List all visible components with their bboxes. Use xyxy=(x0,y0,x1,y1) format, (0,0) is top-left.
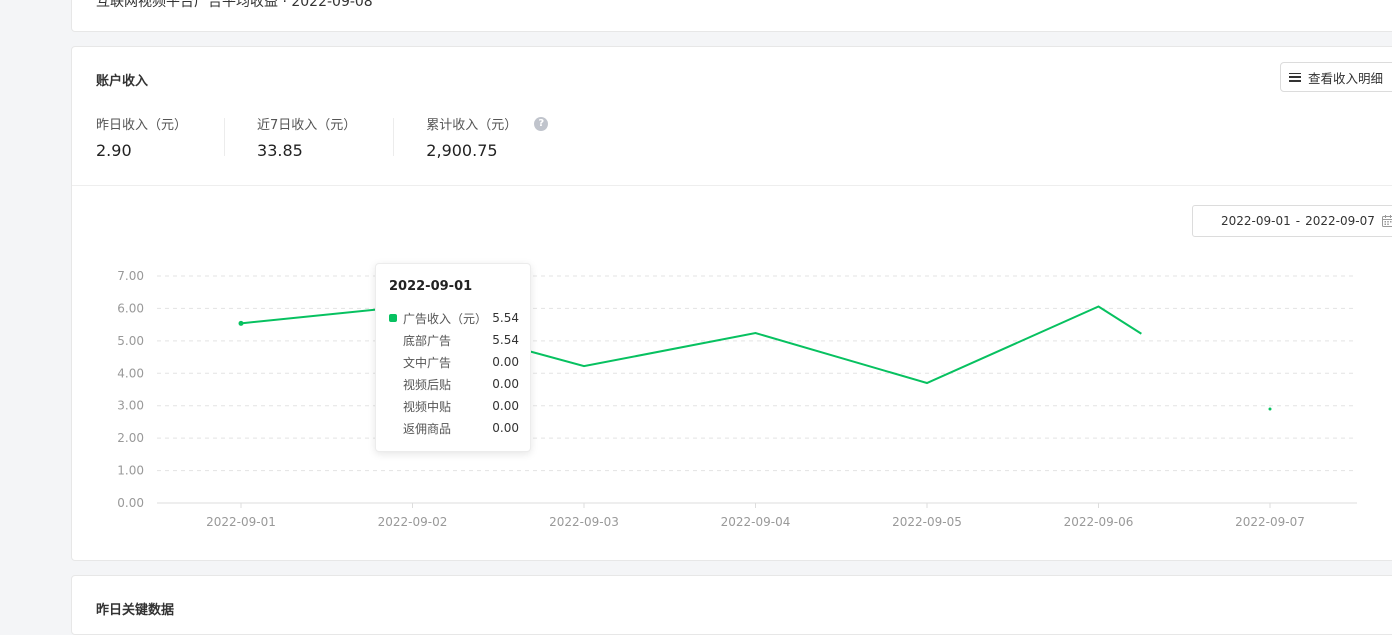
tooltip-row-value: 5.54 xyxy=(492,311,519,325)
tooltip-row-value: 5.54 xyxy=(492,333,519,347)
x-tick-label: 2022-09-04 xyxy=(721,515,791,529)
y-tick-label: 5.00 xyxy=(117,334,144,348)
data-point xyxy=(1268,407,1272,411)
tooltip-row-label: 视频后贴 xyxy=(403,377,452,392)
tooltip-row-value: 0.00 xyxy=(492,421,519,435)
x-tick-label: 2022-09-07 xyxy=(1235,515,1305,529)
tooltip-row: 底部广告 5.54 xyxy=(389,332,519,348)
tooltip-row-label: 文中广告 xyxy=(403,355,452,370)
tooltip-row: 视频中贴 0.00 xyxy=(389,398,519,414)
top-summary-card: 互联网视频平台广告平均收益 · 2022-09-08 xyxy=(71,0,1392,32)
section-title-key-data: 昨日关键数据 xyxy=(96,603,175,618)
x-tick-label: 2022-09-03 xyxy=(549,515,619,529)
y-tick-label: 0.00 xyxy=(117,496,144,510)
series-marker xyxy=(389,314,397,322)
x-tick-label: 2022-09-02 xyxy=(378,515,448,529)
tooltip-row-label: 返佣商品 xyxy=(403,421,452,436)
tooltip-row-label: 广告收入（元） xyxy=(403,311,488,326)
tooltip-row-value: 0.00 xyxy=(492,377,519,391)
tooltip-row: 返佣商品 0.00 xyxy=(389,420,519,436)
tooltip-row-label: 底部广告 xyxy=(403,333,452,348)
y-tick-label: 1.00 xyxy=(117,464,144,478)
top-card-text: 互联网视频平台广告平均收益 · 2022-09-08 xyxy=(96,0,373,10)
y-tick-label: 6.00 xyxy=(117,301,144,315)
tooltip-row: 广告收入（元） 5.54 xyxy=(389,310,519,326)
y-tick-label: 2.00 xyxy=(117,431,144,445)
tooltip-row: 文中广告 0.00 xyxy=(389,354,519,370)
income-line-chart: 7.00 6.00 5.00 4.00 3.00 2.00 1.00 0.00 2022-09-… xyxy=(117,269,1357,529)
chart-tooltip: 2022-09-01 广告收入（元） 5.54 底部广告 5.54 文中广告 0… xyxy=(375,263,531,452)
x-tick-label: 2022-09-06 xyxy=(1064,515,1134,529)
x-tick-label: 2022-09-01 xyxy=(206,515,276,529)
tooltip-row-label: 视频中贴 xyxy=(403,399,452,414)
y-tick-label: 4.00 xyxy=(117,366,144,380)
y-tick-label: 7.00 xyxy=(117,269,144,283)
tooltip-row-value: 0.00 xyxy=(492,355,519,369)
y-tick-label: 3.00 xyxy=(117,399,144,413)
yesterday-key-data-card: 昨日关键数据 xyxy=(71,575,1392,635)
tooltip-row-value: 0.00 xyxy=(492,399,519,413)
x-tick-label: 2022-09-05 xyxy=(892,515,962,529)
tooltip-date: 2022-09-01 xyxy=(389,279,473,294)
tooltip-row: 视频后贴 0.00 xyxy=(389,376,519,392)
data-point xyxy=(238,320,244,326)
account-income-card: 账户收入 查看收入明细 昨日收入（元） 2.90 近7日收入（元） 33.85 … xyxy=(71,46,1392,561)
